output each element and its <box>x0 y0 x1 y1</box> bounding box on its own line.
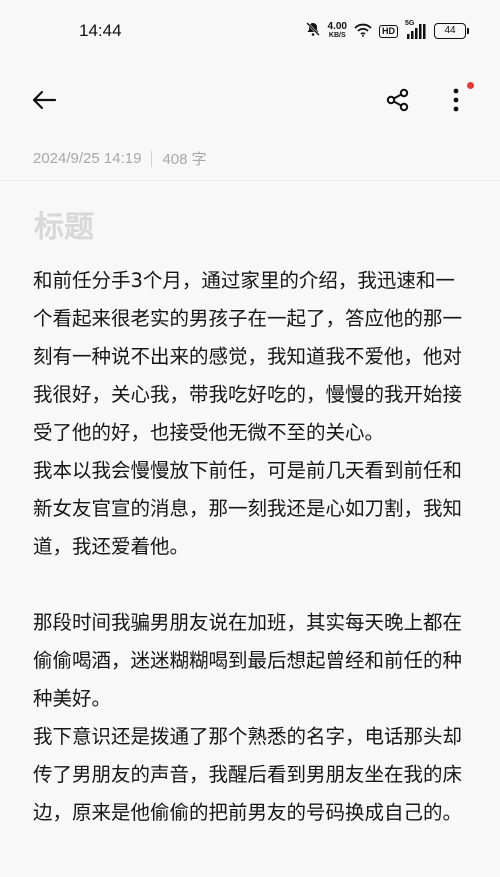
header-divider <box>0 180 500 181</box>
mute-bell-icon <box>305 21 321 41</box>
status-icons: 4.00 KB/S HD 5G 44 <box>305 20 469 42</box>
arrow-left-icon <box>32 90 57 110</box>
more-options-button[interactable] <box>440 84 472 116</box>
network-speed: 4.00 KB/S <box>328 22 347 40</box>
hd-badge: HD <box>379 24 398 38</box>
note-meta: 2024/9/25 14:19 408 字 <box>33 148 207 169</box>
wifi-icon <box>354 22 372 41</box>
share-button[interactable] <box>382 84 414 116</box>
status-bar: 14:44 4.00 KB/S HD 5G 44 <box>0 0 500 64</box>
net-speed-unit: KB/S <box>328 32 346 39</box>
back-button[interactable] <box>28 84 60 116</box>
paragraph-2: 我本以我会慢慢放下前任，可是前几天看到前任和新女友官宣的消息，那一刻我还是心如刀… <box>33 459 463 558</box>
note-title-field[interactable]: 标题 <box>34 202 94 246</box>
more-vertical-icon <box>453 88 459 112</box>
paragraph-3: 那段时间我骗男朋友说在加班，其实每天晚上都在偷偷喝酒，迷迷糊糊喝到最后想起曾经和… <box>33 611 463 710</box>
word-count: 408 字 <box>162 151 207 168</box>
note-body-editor[interactable]: 和前任分手3个月，通过家里的介绍，我迅速和一个看起来很老实的男孩子在一起了，答应… <box>33 262 473 832</box>
paragraph-1: 和前任分手3个月，通过家里的介绍，我迅速和一个看起来很老实的男孩子在一起了，答应… <box>33 269 463 444</box>
note-datetime: 2024/9/25 14:19 <box>33 150 142 167</box>
meta-separator <box>151 150 153 167</box>
share-icon <box>386 88 409 112</box>
net-speed-value: 4.00 <box>327 21 347 32</box>
status-time: 14:44 <box>79 21 122 40</box>
notification-dot <box>467 82 474 89</box>
paragraph-4: 我下意识还是拨通了那个熟悉的名字，电话那头却传了男朋友的声音，我醒后看到男朋友坐… <box>33 725 463 824</box>
battery-indicator: 44 <box>434 23 469 39</box>
signal-icon: 5G <box>405 20 427 40</box>
toolbar <box>0 70 500 130</box>
